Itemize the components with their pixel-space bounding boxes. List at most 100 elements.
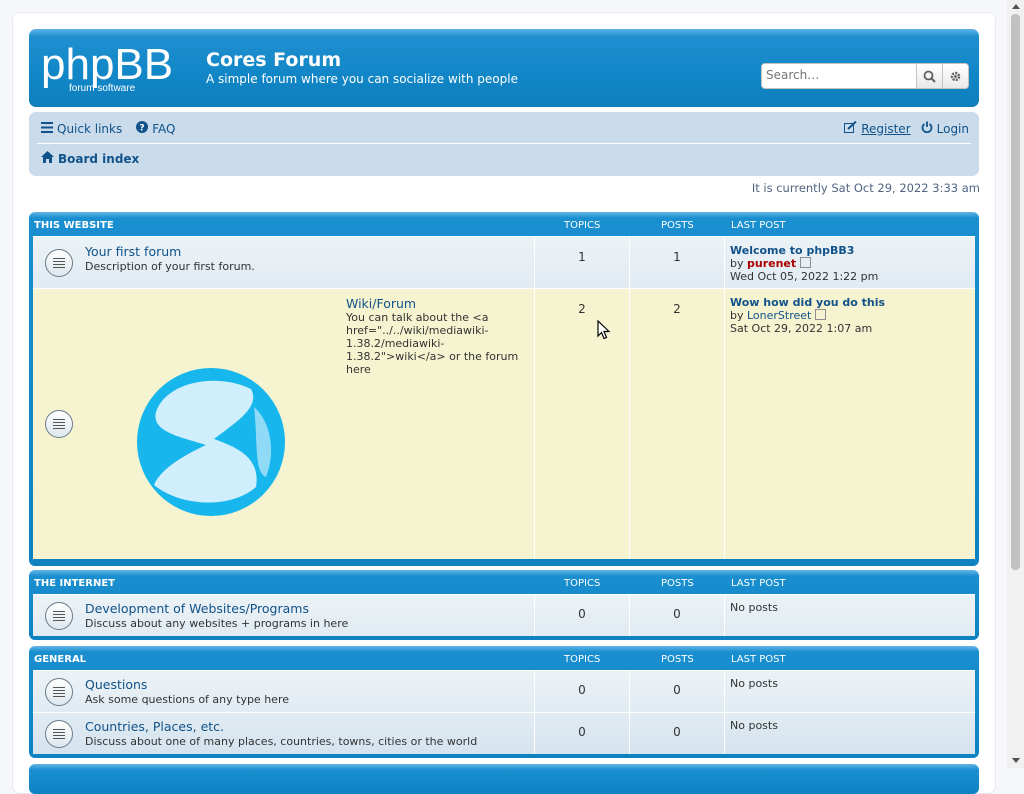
page-wrap: phpBB forum software Cores Forum A simpl… <box>12 12 996 794</box>
last-post: No posts <box>730 677 778 690</box>
col-divider <box>724 713 725 754</box>
nav-divider <box>37 143 971 144</box>
last-post-author[interactable]: purenet <box>747 257 796 270</box>
search-button[interactable] <box>916 64 942 88</box>
category-title[interactable]: THIS WEBSITE <box>34 220 114 231</box>
forum-row[interactable]: Countries, Places, etc. Discuss about on… <box>33 712 975 754</box>
login-link[interactable]: Login <box>937 122 969 136</box>
forum-description: You can talk about the <a href="../../wi… <box>346 311 519 376</box>
last-post: Wow how did you do this by LonerStreet S… <box>730 296 885 335</box>
posts-count: 0 <box>673 683 681 697</box>
svg-text:phpBB: phpBB <box>41 40 173 89</box>
faq-link[interactable]: FAQ <box>152 122 175 136</box>
site-description: A simple forum where you can socialize w… <box>206 72 518 86</box>
topics-count: 2 <box>578 302 586 316</box>
forum-read-icon <box>45 602 73 630</box>
col-topics: TOPICS <box>564 654 601 665</box>
posts-count: 0 <box>673 725 681 739</box>
forum-image <box>137 368 285 516</box>
svg-text:forum software: forum software <box>69 83 136 94</box>
topics-count: 1 <box>578 250 586 264</box>
advanced-search-button[interactable] <box>942 64 968 88</box>
last-post: No posts <box>730 601 778 614</box>
forum-title[interactable]: Development of Websites/Programs <box>85 601 309 616</box>
forum-row[interactable]: Your first forum Description of your fir… <box>33 236 975 288</box>
nav-bar: Quick links ? FAQ Register Login Board i… <box>29 112 979 176</box>
forum-row[interactable]: Development of Websites/Programs Discuss… <box>33 594 975 636</box>
site-header: phpBB forum software Cores Forum A simpl… <box>29 29 979 107</box>
col-topics: TOPICS <box>564 220 601 231</box>
board-index-link[interactable]: Board index <box>58 152 139 166</box>
mouse-cursor-icon <box>597 320 611 340</box>
phpbb-logo[interactable]: phpBB forum software <box>41 39 193 99</box>
forum-description: Discuss about one of many places, countr… <box>85 735 478 748</box>
power-icon <box>921 121 933 136</box>
site-title[interactable]: Cores Forum <box>206 49 341 71</box>
view-latest-post-icon[interactable] <box>815 309 827 320</box>
forum-row[interactable]: Wiki/Forum You can talk about the <a hre… <box>33 288 975 559</box>
faq-icon: ? <box>136 121 149 136</box>
forum-title[interactable]: Countries, Places, etc. <box>85 719 224 734</box>
forum-read-icon <box>45 720 73 748</box>
category-next <box>29 764 979 794</box>
category-header: THE INTERNET TOPICS POSTS LAST POST <box>29 570 979 594</box>
home-icon <box>41 151 54 166</box>
col-divider <box>724 237 725 288</box>
col-last-post: LAST POST <box>731 654 786 665</box>
menu-icon[interactable] <box>41 121 53 136</box>
forum-description: Discuss about any websites + programs in… <box>85 617 349 630</box>
scroll-up-arrow[interactable] <box>1012 4 1020 9</box>
category-title[interactable]: THE INTERNET <box>34 578 115 589</box>
col-posts: POSTS <box>661 220 694 231</box>
category-the-internet: THE INTERNET TOPICS POSTS LAST POST Deve… <box>29 570 979 640</box>
col-divider <box>534 289 535 559</box>
scrollbar[interactable] <box>1007 0 1024 768</box>
forum-title[interactable]: Your first forum <box>85 244 181 259</box>
forum-read-icon <box>45 678 73 706</box>
by-label: by <box>730 309 744 322</box>
category-header: GENERAL TOPICS POSTS LAST POST <box>29 646 979 670</box>
col-divider <box>629 289 630 559</box>
scroll-down-arrow[interactable] <box>1012 758 1020 763</box>
forum-title[interactable]: Questions <box>85 677 147 692</box>
col-divider <box>724 595 725 636</box>
category-header: THIS WEBSITE TOPICS POSTS LAST POST <box>29 212 979 236</box>
last-post-date: Wed Oct 05, 2022 1:22 pm <box>730 270 879 283</box>
forum-read-icon <box>45 249 73 277</box>
register-icon <box>844 120 857 136</box>
topics-count: 0 <box>578 683 586 697</box>
forum-description: Description of your first forum. <box>85 260 255 273</box>
col-topics: TOPICS <box>564 578 601 589</box>
last-post-author[interactable]: LonerStreet <box>747 309 811 322</box>
svg-text:?: ? <box>140 123 145 133</box>
col-posts: POSTS <box>661 654 694 665</box>
posts-count: 0 <box>673 607 681 621</box>
category-title[interactable]: GENERAL <box>34 654 86 665</box>
posts-count: 2 <box>673 302 681 316</box>
col-divider <box>724 289 725 559</box>
col-divider <box>724 671 725 712</box>
last-post: Welcome to phpBB3 by purenet Wed Oct 05,… <box>730 244 878 283</box>
scrollbar-thumb[interactable] <box>1011 14 1020 570</box>
last-post-date: Sat Oct 29, 2022 1:07 am <box>730 322 873 335</box>
forum-read-icon <box>45 410 73 438</box>
category-this-website: THIS WEBSITE TOPICS POSTS LAST POST Your… <box>29 212 979 566</box>
quick-links-link[interactable]: Quick links <box>57 122 122 136</box>
topics-count: 0 <box>578 607 586 621</box>
forum-title[interactable]: Wiki/Forum <box>346 296 416 311</box>
view-latest-post-icon[interactable] <box>800 257 812 268</box>
gear-icon <box>950 71 961 81</box>
last-post: No posts <box>730 719 778 732</box>
col-last-post: LAST POST <box>731 578 786 589</box>
col-last-post: LAST POST <box>731 220 786 231</box>
register-link[interactable]: Register <box>861 122 910 136</box>
col-posts: POSTS <box>661 578 694 589</box>
search-input[interactable] <box>762 64 916 86</box>
by-label: by <box>730 257 744 270</box>
search-icon <box>923 70 936 83</box>
current-time: It is currently Sat Oct 29, 2022 3:33 am <box>751 181 980 195</box>
forum-row[interactable]: Questions Ask some questions of any type… <box>33 670 975 712</box>
search-box <box>761 63 969 89</box>
last-post-title[interactable]: Welcome to phpBB3 <box>730 244 854 257</box>
last-post-title[interactable]: Wow how did you do this <box>730 296 885 309</box>
